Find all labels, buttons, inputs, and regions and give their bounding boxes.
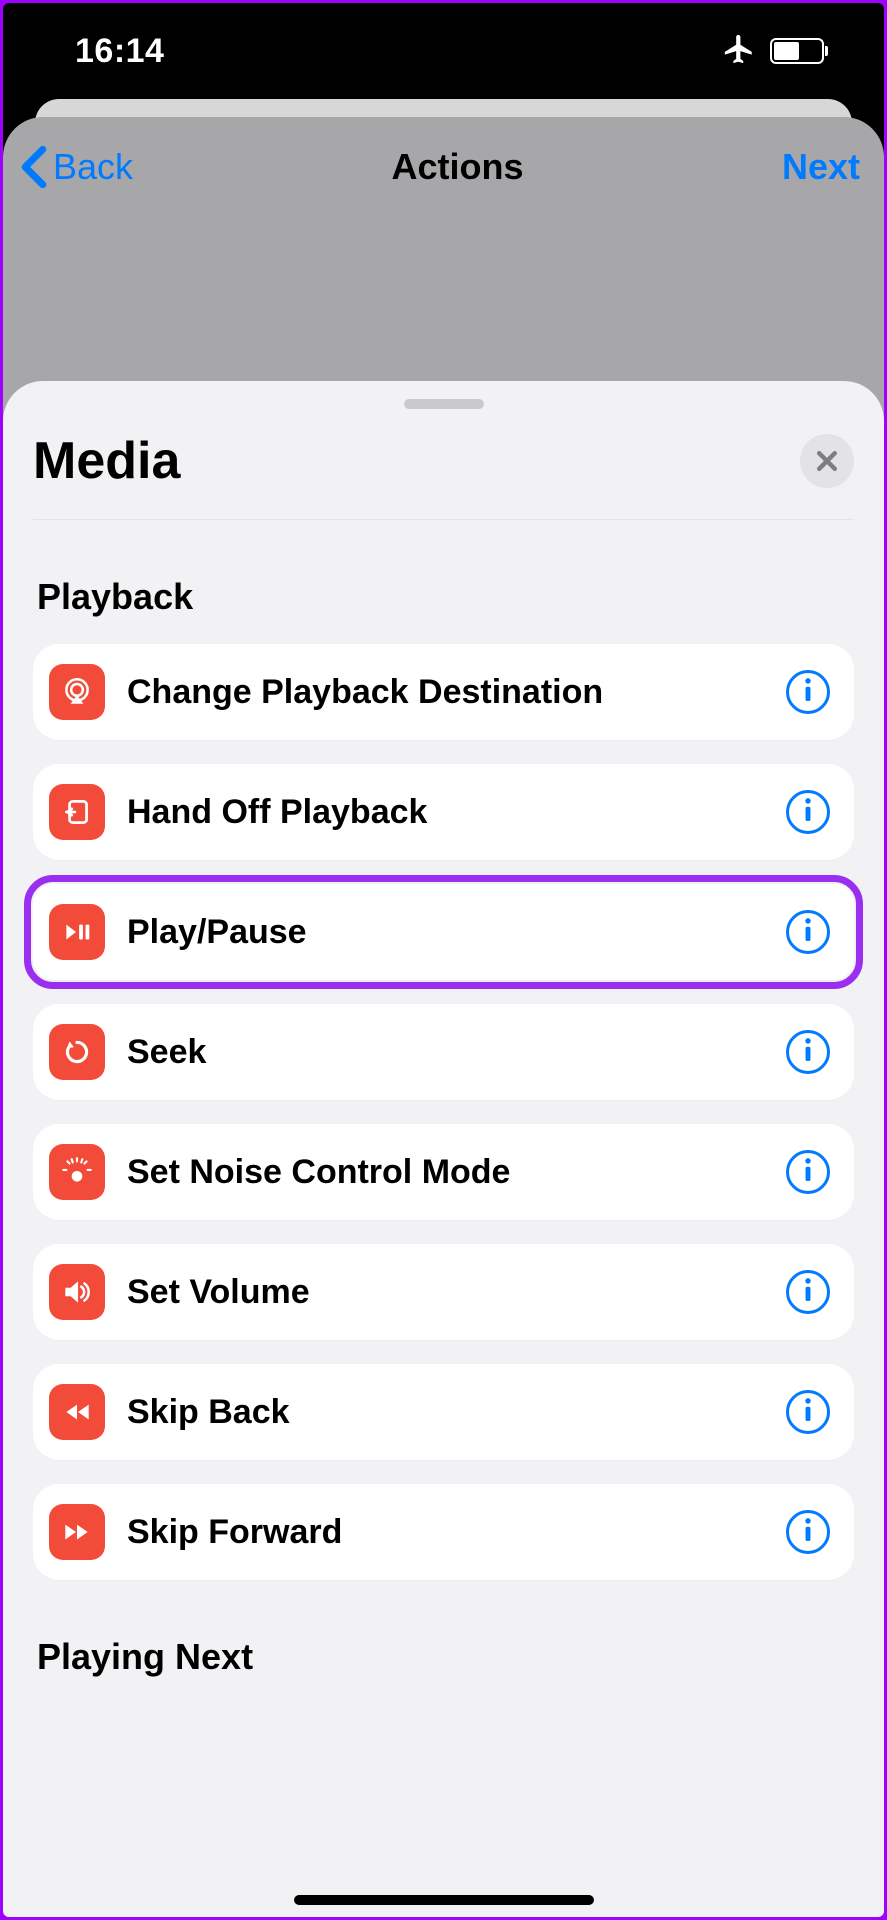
content-sheet: Media Playback: [3, 381, 884, 1917]
sheet-grabber[interactable]: [404, 399, 484, 409]
home-indicator[interactable]: [294, 1895, 594, 1905]
sheet-title: Media: [33, 431, 180, 491]
action-label: Skip Back: [127, 1393, 786, 1432]
back-label: Back: [53, 146, 133, 188]
action-label: Skip Forward: [127, 1513, 786, 1552]
skip-forward-icon: [49, 1504, 105, 1560]
divider: [33, 519, 854, 520]
close-icon: [814, 448, 840, 474]
action-skip-back[interactable]: Skip Back: [33, 1364, 854, 1460]
action-seek[interactable]: Seek: [33, 1004, 854, 1100]
info-button[interactable]: [786, 1510, 830, 1554]
nav-sheet: Back Actions Next Media Playback: [3, 117, 884, 1917]
close-button[interactable]: [800, 434, 854, 488]
nav-title: Actions: [392, 146, 524, 188]
action-play-pause[interactable]: Play/Pause: [33, 884, 854, 980]
airplane-mode-icon: [722, 32, 756, 71]
info-icon: [799, 797, 817, 828]
seek-icon: [49, 1024, 105, 1080]
info-button[interactable]: [786, 910, 830, 954]
next-button[interactable]: Next: [782, 146, 860, 188]
battery-icon: [770, 38, 824, 64]
action-label: Change Playback Destination: [127, 673, 786, 712]
info-icon: [799, 677, 817, 708]
info-button[interactable]: [786, 790, 830, 834]
action-label: Play/Pause: [127, 913, 786, 952]
sheet-header: Media: [3, 431, 884, 519]
info-button[interactable]: [786, 1390, 830, 1434]
section-playback-title: Playback: [37, 576, 850, 618]
volume-icon: [49, 1264, 105, 1320]
info-button[interactable]: [786, 1030, 830, 1074]
action-set-noise-control-mode[interactable]: Set Noise Control Mode: [33, 1124, 854, 1220]
status-right: [722, 32, 824, 71]
status-bar: 16:14: [3, 3, 884, 99]
skip-back-icon: [49, 1384, 105, 1440]
back-button[interactable]: Back: [17, 145, 133, 189]
action-set-volume[interactable]: Set Volume: [33, 1244, 854, 1340]
info-button[interactable]: [786, 670, 830, 714]
play-pause-icon: [49, 904, 105, 960]
info-icon: [799, 917, 817, 948]
info-icon: [799, 1037, 817, 1068]
action-label: Set Volume: [127, 1273, 786, 1312]
info-icon: [799, 1397, 817, 1428]
action-label: Hand Off Playback: [127, 793, 786, 832]
action-change-playback-destination[interactable]: Change Playback Destination: [33, 644, 854, 740]
action-label: Set Noise Control Mode: [127, 1153, 786, 1192]
info-icon: [799, 1517, 817, 1548]
nav-bar: Back Actions Next: [3, 117, 884, 217]
info-icon: [799, 1157, 817, 1188]
info-button[interactable]: [786, 1150, 830, 1194]
airplay-icon: [49, 664, 105, 720]
status-time: 16:14: [75, 32, 164, 71]
action-skip-forward[interactable]: Skip Forward: [33, 1484, 854, 1580]
info-icon: [799, 1277, 817, 1308]
noise-control-icon: [49, 1144, 105, 1200]
section-playing-next-title: Playing Next: [37, 1636, 850, 1678]
handoff-icon: [49, 784, 105, 840]
scroll-body[interactable]: Playback Change Playback Destination: [3, 576, 884, 1678]
action-hand-off-playback[interactable]: Hand Off Playback: [33, 764, 854, 860]
info-button[interactable]: [786, 1270, 830, 1314]
action-label: Seek: [127, 1033, 786, 1072]
